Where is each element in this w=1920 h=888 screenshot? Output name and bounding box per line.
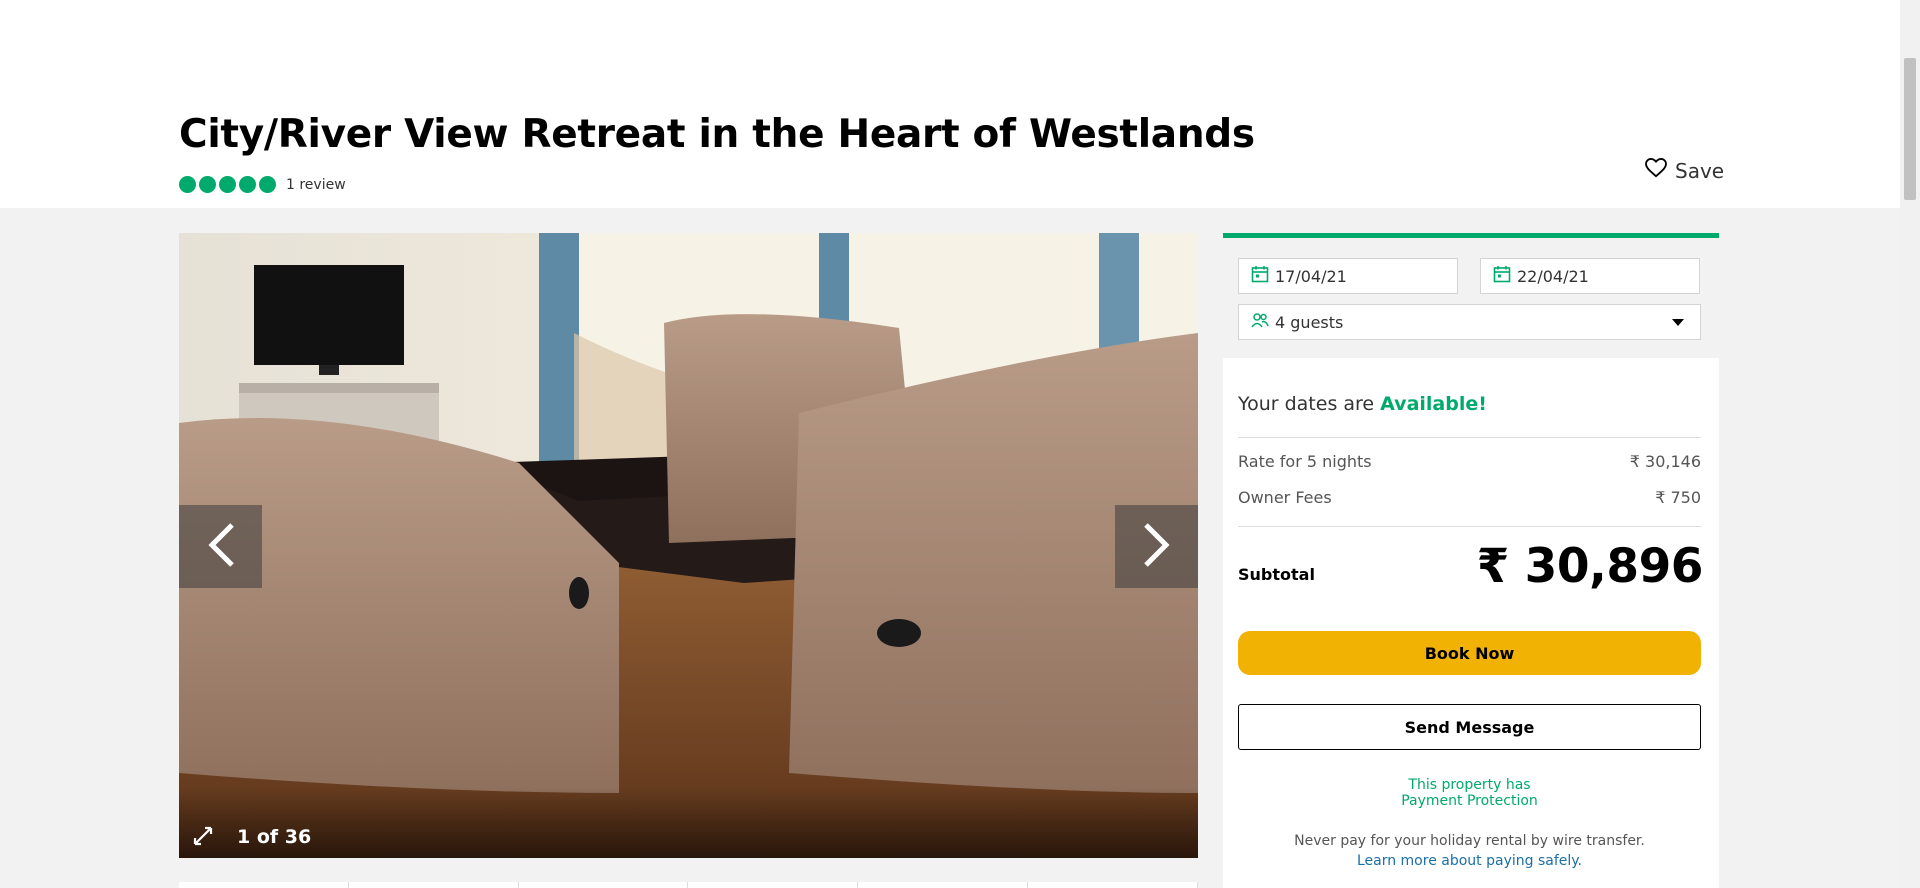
rating-bubble <box>259 176 276 193</box>
learn-more-link[interactable]: Learn more about paying safely. <box>1238 853 1701 869</box>
page-title: City/River View Retreat in the Heart of … <box>179 112 1255 157</box>
booking-panel: 17/04/21 22/04/21 4 guests Your dates ar… <box>1223 233 1719 888</box>
review-count[interactable]: 1 review <box>286 177 346 193</box>
next-photo-button[interactable] <box>1115 505 1198 588</box>
rating[interactable]: 1 review <box>179 176 346 193</box>
divider <box>1238 526 1701 527</box>
send-message-button[interactable]: Send Message <box>1238 704 1701 750</box>
checkout-date: 22/04/21 <box>1517 266 1589 286</box>
subtotal-amount: ₹ 30,896 <box>1476 539 1704 594</box>
photo-caption-shade <box>179 788 1198 858</box>
guests-value: 4 guests <box>1275 312 1344 332</box>
booking-inputs: 17/04/21 22/04/21 4 guests <box>1223 233 1719 358</box>
guests-select[interactable]: 4 guests <box>1238 304 1701 340</box>
heart-icon <box>1645 157 1675 183</box>
rate-amount: ₹ 30,146 <box>1629 452 1701 471</box>
scrollbar-thumb[interactable] <box>1904 58 1916 200</box>
save-button[interactable]: Save <box>1645 157 1725 183</box>
checkout-date-field[interactable]: 22/04/21 <box>1480 258 1700 294</box>
rating-bubble <box>239 176 256 193</box>
availability-prefix: Your dates are <box>1238 393 1375 415</box>
thumbnail[interactable] <box>179 882 349 888</box>
rating-bubble <box>179 176 196 193</box>
fees-label: Owner Fees <box>1238 488 1332 507</box>
page-scrollbar[interactable] <box>1900 0 1920 888</box>
thumbnail[interactable] <box>349 882 519 888</box>
thumbnail[interactable] <box>519 882 689 888</box>
chevron-right-icon <box>1140 521 1174 573</box>
guests-icon <box>1251 312 1275 332</box>
expand-icon[interactable] <box>191 824 215 848</box>
rating-bubble <box>219 176 236 193</box>
dropdown-caret-icon <box>1672 319 1684 326</box>
thumbnail[interactable] <box>858 882 1029 888</box>
rating-bubble <box>199 176 216 193</box>
calendar-icon <box>1251 265 1275 287</box>
rate-label: Rate for 5 nights <box>1238 452 1372 471</box>
availability-status: Available! <box>1380 393 1487 415</box>
photo-gallery[interactable]: 1 of 36 <box>179 233 1198 858</box>
calendar-icon <box>1493 265 1517 287</box>
checkin-date: 17/04/21 <box>1275 266 1347 286</box>
fees-amount: ₹ 750 <box>1655 488 1701 507</box>
header-band: City/River View Retreat in the Heart of … <box>0 0 1900 208</box>
fees-row: Owner Fees ₹ 750 <box>1238 488 1701 507</box>
thumbnail-strip[interactable] <box>179 882 1198 888</box>
protection-line-1: This property has <box>1408 777 1531 793</box>
chevron-left-icon <box>204 521 238 573</box>
book-now-button[interactable]: Book Now <box>1238 631 1701 675</box>
availability-text: Your dates are Available! <box>1238 393 1487 415</box>
subtotal-label: Subtotal <box>1238 565 1315 584</box>
thumbnail[interactable] <box>1028 882 1198 888</box>
photo-counter: 1 of 36 <box>237 826 312 848</box>
divider <box>1238 437 1701 438</box>
previous-photo-button[interactable] <box>179 505 262 588</box>
save-label: Save <box>1675 158 1725 183</box>
thumbnail[interactable] <box>688 882 859 888</box>
rate-row: Rate for 5 nights ₹ 30,146 <box>1238 452 1701 471</box>
listing-photo <box>179 233 1198 858</box>
payment-protection-note: This property has Payment Protection <box>1238 777 1701 809</box>
protection-line-2: Payment Protection <box>1401 793 1538 809</box>
checkin-date-field[interactable]: 17/04/21 <box>1238 258 1458 294</box>
wire-transfer-warning: Never pay for your holiday rental by wir… <box>1294 833 1645 849</box>
